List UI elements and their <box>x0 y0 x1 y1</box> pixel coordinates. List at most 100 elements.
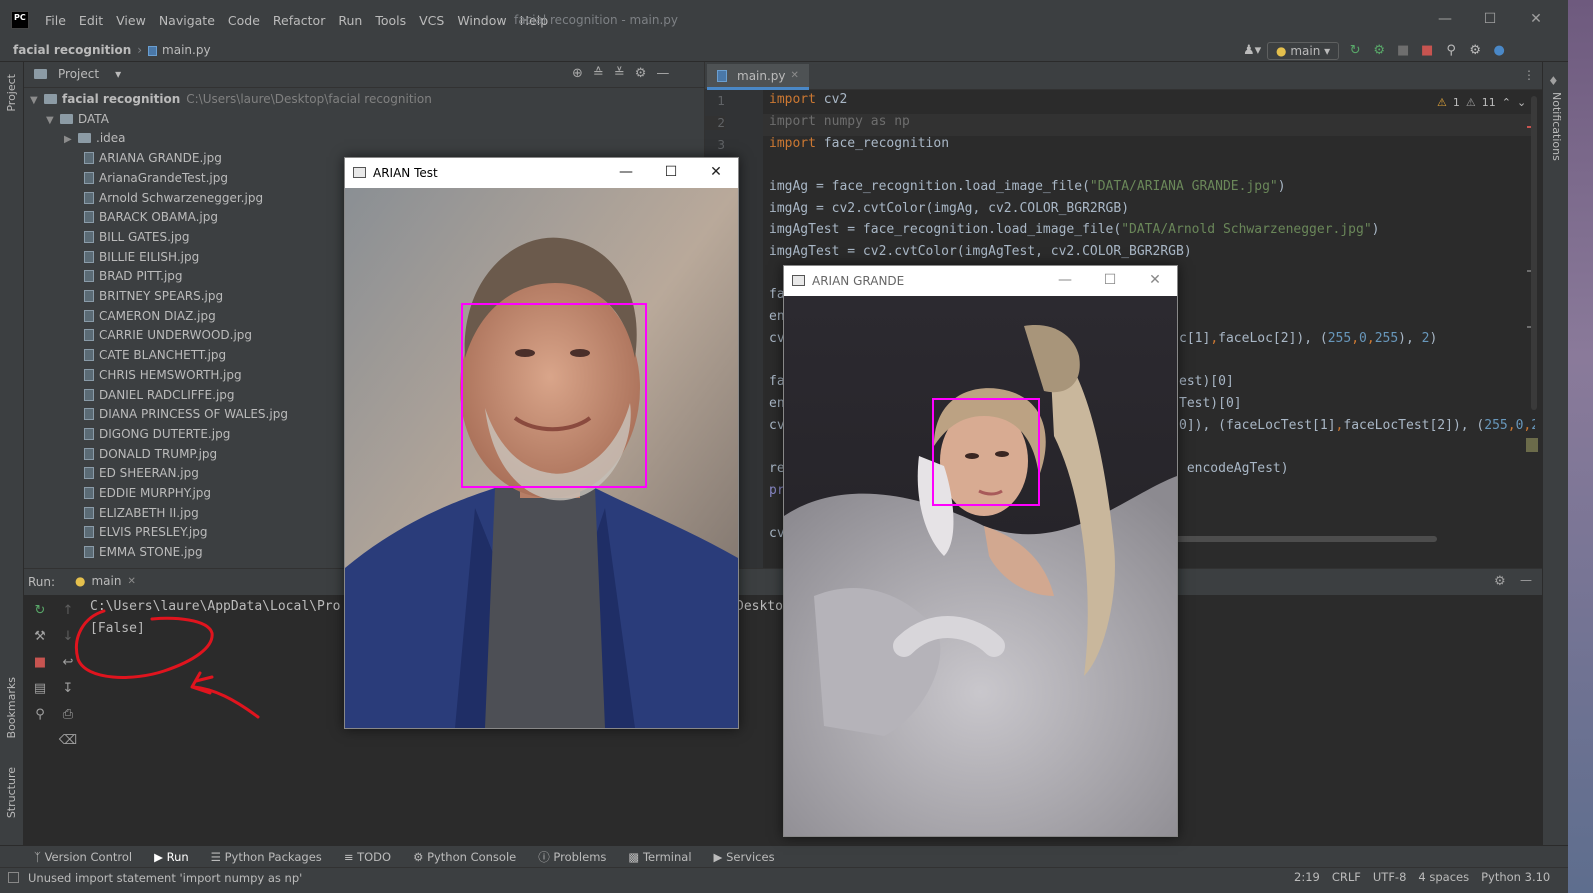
breadcrumb-file[interactable]: main.py <box>162 43 211 57</box>
tree-file[interactable]: CARRIE UNDERWOOD.jpg <box>84 326 252 345</box>
structure-tool-tab[interactable]: Structure <box>5 767 18 818</box>
minimize-icon[interactable]: — <box>615 161 637 183</box>
tab-run[interactable]: ▶ Run <box>154 850 189 864</box>
python-interpreter[interactable]: Python 3.10 <box>1481 870 1550 884</box>
menu-window[interactable]: Window <box>457 13 506 28</box>
code-line-16-visible-tail[interactable]: 0]), (faceLocTest[1],faceLocTest[2]), (2… <box>1179 418 1535 433</box>
menu-tools[interactable]: Tools <box>375 13 406 28</box>
hide-panel-icon[interactable]: — <box>656 66 669 81</box>
tree-file[interactable]: BARACK OBAMA.jpg <box>84 208 218 227</box>
run-tab-close-icon[interactable]: ✕ <box>127 576 135 587</box>
code-line-7[interactable]: imgAgTest = face_recognition.load_image_… <box>769 222 1379 237</box>
minimize-icon[interactable]: — <box>1054 269 1076 291</box>
tree-folder-idea[interactable]: ▶ .idea <box>64 129 126 148</box>
horizontal-scrollbar[interactable] <box>1175 536 1437 542</box>
menu-run[interactable]: Run <box>338 13 362 28</box>
line-separator[interactable]: CRLF <box>1332 870 1361 884</box>
menu-refactor[interactable]: Refactor <box>273 13 325 28</box>
tab-python-console[interactable]: ⚙ Python Console <box>413 850 516 864</box>
user-icon[interactable]: ♟▾ <box>1243 43 1261 59</box>
maximize-icon[interactable]: ☐ <box>1099 269 1121 291</box>
debug-icon[interactable]: ⚙ <box>1371 43 1387 59</box>
maximize-icon[interactable]: ☐ <box>660 161 682 183</box>
breadcrumb-project[interactable]: facial recognition <box>13 43 131 57</box>
tree-root[interactable]: ▼ facial recognition C:\Users\laure\Deskto… <box>30 90 432 109</box>
tree-file[interactable]: CHRIS HEMSWORTH.jpg <box>84 366 242 385</box>
tree-file[interactable]: DONALD TRUMP.jpg <box>84 445 217 464</box>
coverage-icon[interactable]: ■ <box>1395 43 1411 59</box>
tree-file[interactable]: BRITNEY SPEARS.jpg <box>84 287 223 306</box>
tree-file[interactable]: ArianaGrandeTest.jpg <box>84 169 228 188</box>
tree-file[interactable]: DIGONG DUTERTE.jpg <box>84 425 230 444</box>
previous-highlight-icon[interactable]: ⌃ <box>1502 96 1511 109</box>
tree-file[interactable]: EMMA STONE.jpg <box>84 543 203 562</box>
tree-file[interactable]: ED SHEERAN.jpg <box>84 464 199 483</box>
menu-code[interactable]: Code <box>228 13 260 28</box>
file-encoding[interactable]: UTF-8 <box>1373 870 1407 884</box>
tree-file[interactable]: BILL GATES.jpg <box>84 228 189 247</box>
run-configuration-select[interactable]: ● main ▾ <box>1267 42 1340 60</box>
hide-run-panel-icon[interactable]: — <box>1520 573 1532 587</box>
project-tool-tab[interactable]: Project <box>5 74 18 112</box>
tab-problems[interactable]: ⓘ Problems <box>538 849 606 865</box>
stop-icon[interactable]: ■ <box>1419 43 1435 59</box>
collapse-all-icon[interactable]: ≚ <box>614 66 625 81</box>
code-line-6[interactable]: imgAg = cv2.cvtColor(imgAg, cv2.COLOR_BG… <box>769 201 1129 216</box>
menu-edit[interactable]: Edit <box>79 13 103 28</box>
tab-version-control[interactable]: ᛉ Version Control <box>34 850 132 864</box>
image-window-titlebar[interactable]: ARIAN GRANDE — ☐ ✕ <box>784 266 1177 296</box>
menu-navigate[interactable]: Navigate <box>159 13 215 28</box>
menu-file[interactable]: File <box>45 13 66 28</box>
notifications-bell-icon[interactable]: ♦ <box>1548 74 1559 88</box>
search-icon[interactable]: ⚲ <box>1443 43 1459 59</box>
code-line-12-visible-tail[interactable]: c[1],faceLoc[2]), (255,0,255), 2) <box>1179 331 1437 346</box>
tree-file[interactable]: CAMERON DIAZ.jpg <box>84 307 216 326</box>
code-line-5[interactable]: imgAg = face_recognition.load_image_file… <box>769 179 1286 194</box>
settings-gear-icon[interactable]: ⚙ <box>1467 43 1483 59</box>
code-line-3[interactable]: import face_recognition <box>769 136 949 151</box>
tree-file[interactable]: DANIEL RADCLIFFE.jpg <box>84 386 235 405</box>
rerun-icon[interactable]: ↻ <box>30 603 50 629</box>
code-line-1[interactable]: import cv2 <box>769 92 847 107</box>
tree-file[interactable]: EDDIE MURPHY.jpg <box>84 484 211 503</box>
notifications-tool-tab[interactable]: Notifications <box>1550 92 1563 161</box>
rerun-icon[interactable]: ↻ <box>1347 43 1363 59</box>
minimize-icon[interactable]: — <box>1436 10 1454 28</box>
pin-icon[interactable]: ⚲ <box>30 707 50 733</box>
tree-file[interactable]: Arnold Schwarzenegger.jpg <box>84 189 263 208</box>
run-tab-main[interactable]: ● main ✕ <box>69 573 142 589</box>
trash-icon[interactable]: ⌫ <box>58 733 78 759</box>
maximize-icon[interactable]: ☐ <box>1481 10 1499 28</box>
tab-terminal[interactable]: ▩ Terminal <box>628 850 691 864</box>
tab-todo[interactable]: ≡ TODO <box>344 850 391 864</box>
scroll-thumb-marker[interactable] <box>1526 438 1538 452</box>
tab-services[interactable]: ▶ Services <box>714 850 775 864</box>
run-settings-gear-icon[interactable]: ⚙ <box>1494 574 1506 589</box>
indent-setting[interactable]: 4 spaces <box>1418 870 1469 884</box>
code-line-8[interactable]: imgAgTest = cv2.cvtColor(imgAgTest, cv2.… <box>769 244 1192 259</box>
tree-file[interactable]: BILLIE EILISH.jpg <box>84 248 199 267</box>
tree-file[interactable]: BRAD PITT.jpg <box>84 267 183 286</box>
code-line-2[interactable]: import numpy as np <box>769 114 910 129</box>
image-window-titlebar[interactable]: ARIAN Test — ☐ ✕ <box>345 158 738 188</box>
locate-file-icon[interactable]: ⊕ <box>572 66 583 81</box>
tree-file[interactable]: ELIZABETH II.jpg <box>84 504 199 523</box>
project-view-selector[interactable]: Project ▾ <box>34 67 121 81</box>
tab-python-packages[interactable]: ☰ Python Packages <box>211 850 322 864</box>
vertical-scrollbar[interactable] <box>1531 96 1537 410</box>
caret-position[interactable]: 2:19 <box>1294 870 1320 884</box>
wrench-icon[interactable]: ⚒ <box>30 629 50 655</box>
next-highlight-icon[interactable]: ⌄ <box>1517 96 1526 109</box>
tree-file[interactable]: ARIANA GRANDE.jpg <box>84 149 222 168</box>
layout-icon[interactable]: ▤ <box>30 681 50 707</box>
code-line-14-visible-tail[interactable]: est)[0] <box>1179 374 1234 389</box>
close-icon[interactable]: ✕ <box>1527 10 1545 28</box>
tab-main-py[interactable]: main.py ✕ <box>707 64 809 90</box>
expand-all-icon[interactable]: ≙ <box>593 66 604 81</box>
tab-close-icon[interactable]: ✕ <box>791 70 799 81</box>
menu-vcs[interactable]: VCS <box>419 13 444 28</box>
tree-folder-data[interactable]: ▼ DATA <box>46 110 109 129</box>
panel-settings-gear-icon[interactable]: ⚙ <box>635 66 647 81</box>
inspection-widget[interactable]: ⚠ 1 ⚠ 11 ⌃ ⌄ <box>1437 96 1526 109</box>
menu-view[interactable]: View <box>116 13 146 28</box>
